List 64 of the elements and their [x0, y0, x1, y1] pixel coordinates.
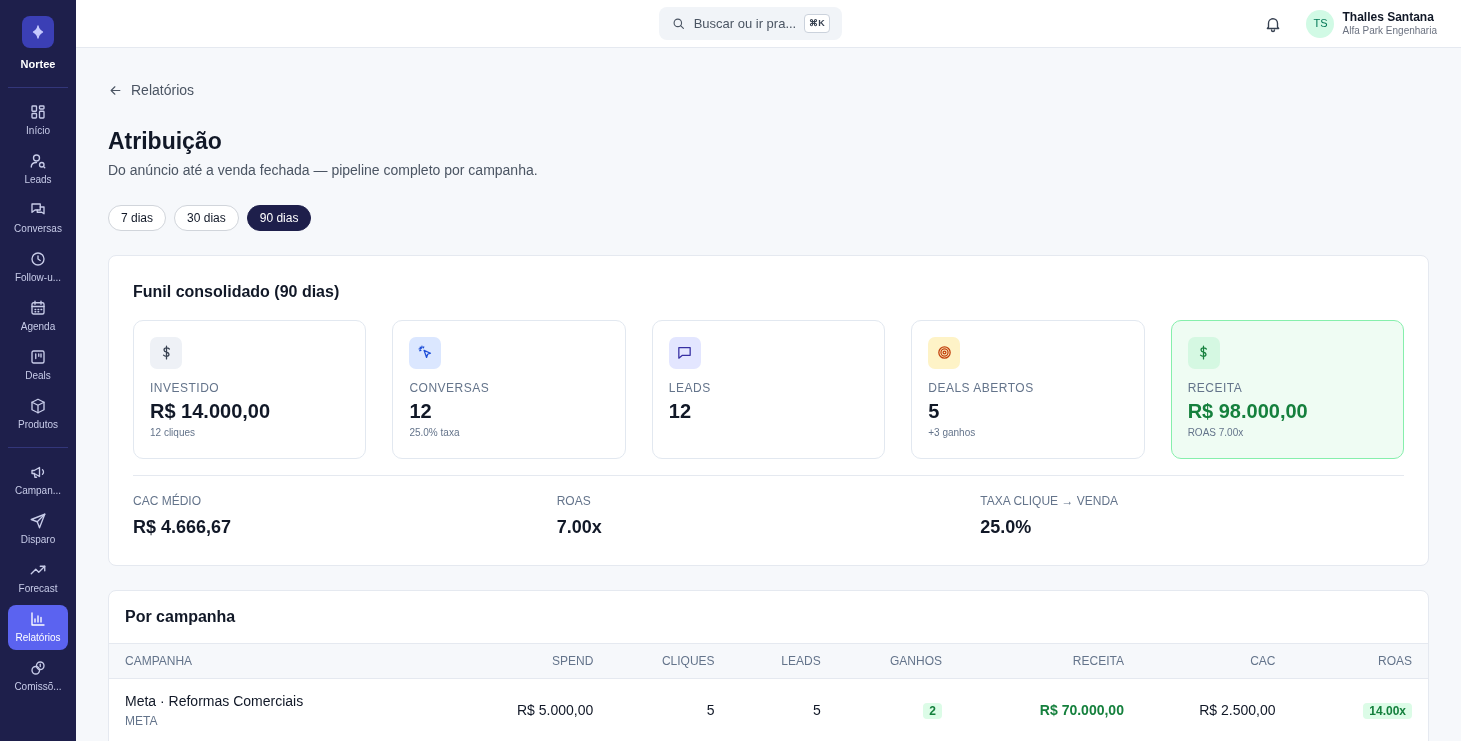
nav-item[interactable]: Forecast	[8, 555, 68, 601]
stat-note: ROAS 7.00x	[1187, 425, 1245, 440]
stat-label: CONVERSAS	[409, 379, 491, 397]
stat-label: RECEITA	[1187, 379, 1244, 397]
nav-item[interactable]: Início	[8, 97, 68, 143]
column-header: ROAS	[1376, 652, 1413, 670]
range-pill[interactable]: 90 dias	[246, 204, 312, 231]
search-placeholder: Buscar ou ir pra...	[693, 14, 797, 33]
page-title: Atribuição	[108, 128, 223, 156]
stat-value: 5	[928, 398, 941, 424]
stat-note: +3 ganhos	[928, 425, 977, 440]
stat-note: 12 cliques	[150, 425, 197, 440]
table-cell: R$ 2.500,00	[1199, 701, 1276, 718]
stat-label: INVESTIDO	[150, 379, 221, 397]
nav-item[interactable]: Campan...	[8, 457, 68, 503]
column-header: LEADS	[780, 652, 822, 670]
column-header: SPEND	[550, 652, 595, 670]
campaign-source: META	[125, 712, 159, 730]
stat-value: R$ 14.000,00	[150, 398, 272, 424]
metric-label: CAC MÉDIO	[133, 492, 202, 510]
shortcut-key: ⌘K	[804, 13, 830, 34]
search-field[interactable]: Buscar ou ir pra... ⌘K	[658, 7, 842, 40]
user-name: Thalles Santana	[1342, 10, 1435, 25]
nav-item[interactable]: Follow-u...	[8, 244, 68, 290]
stat-label: LEADS	[668, 379, 712, 397]
metric-label: ROAS	[556, 492, 592, 510]
stat-note: 25.0% taxa	[409, 425, 461, 440]
nav-item[interactable]: Agenda	[8, 293, 68, 339]
nav-item[interactable]: Produtos	[8, 391, 68, 437]
stat-label: DEALS ABERTOS	[928, 379, 1035, 397]
panel-title: Funil consolidado (90 dias)	[133, 281, 341, 302]
metric-value: R$ 4.666,67	[133, 515, 233, 539]
user-avatar: TS	[1306, 9, 1335, 38]
table-cell: 5	[812, 701, 821, 718]
count-badge: 14.00x	[1363, 702, 1412, 719]
range-pill[interactable]: 30 dias	[174, 204, 239, 231]
column-header: CAC	[1249, 652, 1277, 670]
page-subtitle: Do anúncio até a venda fechada — pipeline completo por campanha.	[108, 160, 539, 180]
metric-value: 25.0%	[980, 515, 1033, 539]
nav-item[interactable]: Comissõ...	[8, 653, 68, 699]
table-cell: 5	[706, 701, 715, 718]
stat-value: R$ 98.000,00	[1187, 398, 1309, 424]
stat-value: 12	[668, 398, 693, 424]
range-pill[interactable]: 7 dias	[108, 204, 167, 231]
nav-item[interactable]: Leads	[8, 146, 68, 192]
nav-item[interactable]: Conversas	[8, 195, 68, 241]
table-cell: R$ 70.000,00	[1039, 701, 1124, 718]
back-link[interactable]: Relatórios	[108, 80, 195, 101]
nav-item[interactable]: Deals	[8, 342, 68, 388]
column-header: GANHOS	[889, 652, 943, 670]
company-name: Alfa Park Engenharia	[1342, 24, 1437, 37]
stat-value: 12	[409, 398, 433, 424]
nav-item[interactable]: Relatórios	[8, 604, 68, 650]
metric-label: TAXA CLIQUE → VENDA	[980, 492, 1120, 510]
campaign-name: Meta · Reformas Comerciais	[125, 691, 305, 711]
panel-title: Por campanha	[124, 606, 237, 627]
brand-name: Nortee	[20, 57, 56, 72]
nav-item[interactable]: Disparo	[8, 506, 68, 552]
column-header: CLIQUES	[660, 652, 716, 670]
count-badge: 2	[923, 702, 942, 719]
column-header: RECEITA	[1071, 652, 1125, 670]
metric-value: 7.00x	[556, 515, 603, 539]
column-header: CAMPANHA	[124, 652, 194, 670]
table-cell: R$ 5.000,00	[517, 701, 594, 718]
